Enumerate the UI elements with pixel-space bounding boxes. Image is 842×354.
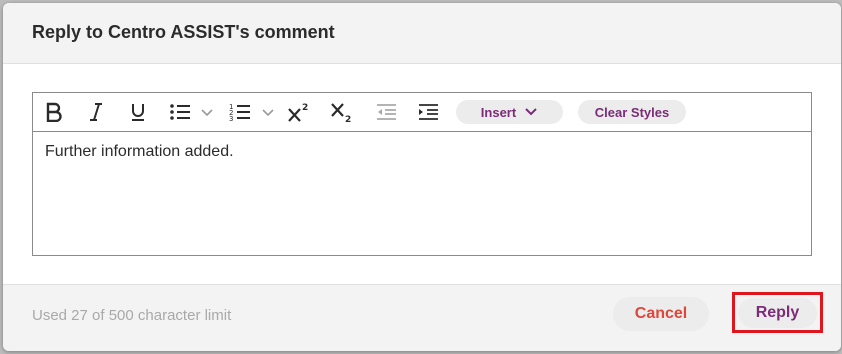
chevron-down-icon <box>525 108 537 116</box>
dialog-footer: Used 27 of 500 character limit Cancel Re… <box>3 284 841 351</box>
superscript-icon[interactable]: 2 <box>286 99 314 125</box>
editor-toolbar: 123 2 2 Insert Clear Styles <box>33 93 811 132</box>
insert-label: Insert <box>480 104 517 120</box>
clear-styles-label: Clear Styles <box>594 104 670 120</box>
reply-dialog: Reply to Centro ASSIST's comment 1 2 3 2… <box>3 3 841 351</box>
chevron-down-icon[interactable] <box>199 99 215 125</box>
chevron-down-icon[interactable] <box>260 99 276 125</box>
svg-text:2: 2 <box>302 103 308 113</box>
italic-icon[interactable] <box>83 99 109 125</box>
rich-text-editor: 123 2 2 Insert Clear Styles Further info… <box>32 92 812 256</box>
dialog-header: Reply to Centro ASSIST's comment <box>3 3 841 64</box>
svg-text:2: 2 <box>345 115 351 123</box>
bullet-list-icon[interactable] <box>167 99 193 125</box>
outdent-icon[interactable] <box>373 99 399 125</box>
cancel-button[interactable]: Cancel <box>613 297 709 331</box>
clear-styles-button[interactable]: Clear Styles <box>578 100 686 124</box>
indent-icon[interactable] <box>415 99 441 125</box>
subscript-icon[interactable]: 2 <box>329 99 357 125</box>
numbered-list-icon[interactable]: 123 <box>227 99 253 125</box>
reply-button[interactable]: Reply <box>738 297 817 328</box>
bold-icon[interactable] <box>41 99 67 125</box>
reply-button-highlight: Reply <box>732 292 823 333</box>
dialog-title: Reply to Centro ASSIST's comment <box>32 22 335 42</box>
svg-text:3: 3 <box>229 115 233 122</box>
character-count: Used 27 of 500 character limit <box>32 307 232 324</box>
editor-content[interactable]: Further information added. <box>45 143 234 161</box>
insert-dropdown[interactable]: Insert <box>456 100 563 124</box>
underline-icon[interactable] <box>125 99 151 125</box>
